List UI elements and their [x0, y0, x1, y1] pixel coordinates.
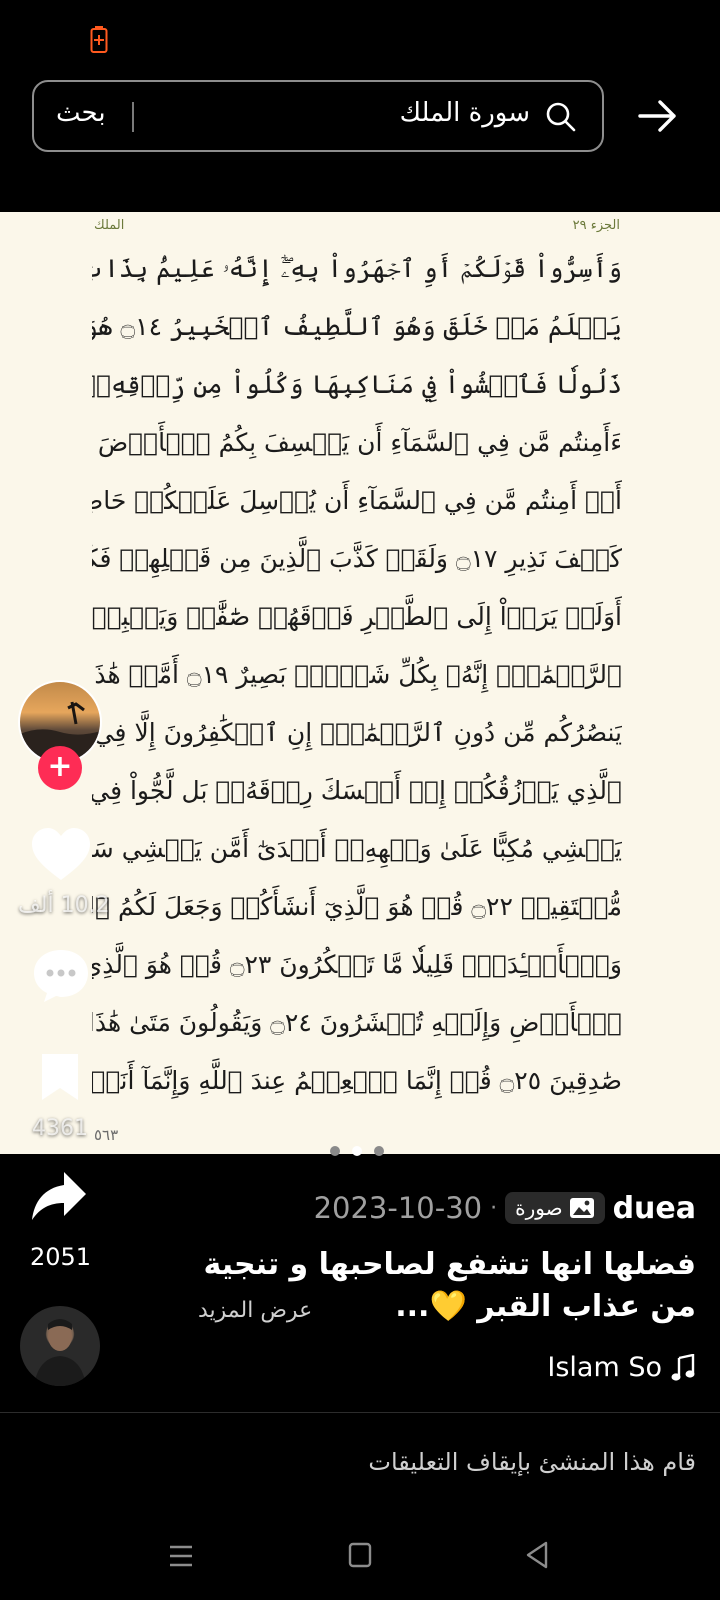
- photo-badge-label: صورة: [515, 1196, 563, 1220]
- avatar-person: [34, 1319, 86, 1386]
- quran-line: ٱلرَّحۡمَٰنُۚ إِنَّهُۥ بِكُلِّ شَيۡءِۭ ب…: [92, 660, 622, 689]
- quran-line: وَٱلۡأَفۡـِٔدَةَۚ قَلِيلٗا مَّا تَشۡكُرُ…: [92, 950, 622, 979]
- username[interactable]: duea: [613, 1191, 696, 1226]
- post-meta: duea صورة · 2023-10-30: [314, 1186, 696, 1230]
- carousel-dot: [330, 1146, 340, 1156]
- carousel-dot-active: [352, 1146, 362, 1156]
- home-icon[interactable]: [348, 1542, 372, 1568]
- quran-page-image[interactable]: الملك الجزء ٢٩ وَأَسِرُّواْ قَوۡلَكُمۡ أ…: [0, 212, 720, 1154]
- share-count: 2051: [30, 1243, 92, 1271]
- quran-line: ٱلَّذِي يَرۡزُقُكُمۡ إِنۡ أَمۡسَكَ رِزۡق…: [92, 776, 622, 805]
- music-note-icon: [671, 1353, 695, 1381]
- quran-line: يَمۡشِي مُكِبًّا عَلَىٰ وَجۡهِهِۦٓ أَهۡد…: [92, 834, 622, 863]
- meta-separator: ·: [490, 1195, 498, 1221]
- music-info[interactable]: Islam So: [547, 1352, 696, 1383]
- quran-line: ءَأَمِنتُم مَّن فِي ٱلسَّمَآءِ أَن يَخۡس…: [92, 428, 622, 457]
- quran-line: أَمۡ أَمِنتُم مَّن فِي ٱلسَّمَآءِ أَن يُ…: [92, 486, 622, 515]
- bookmark-count: 4361: [32, 1116, 88, 1141]
- image-icon: [569, 1198, 594, 1218]
- heart-icon[interactable]: [30, 826, 92, 884]
- music-avatar[interactable]: [20, 1306, 100, 1386]
- follow-button[interactable]: +: [38, 746, 82, 790]
- battery-charging-icon: [90, 26, 108, 53]
- quran-line: كَيۡفَ نَذِيرِ ۝١٧ وَلَقَدۡ كَذَّبَ ٱلَّ…: [92, 544, 622, 573]
- search-button[interactable]: بحث: [56, 98, 106, 128]
- arrow-right-icon[interactable]: [636, 96, 680, 136]
- surah-label: الملك: [94, 218, 125, 233]
- divider: [0, 1412, 720, 1413]
- music-title: Islam So: [547, 1352, 662, 1383]
- search-divider: [132, 102, 134, 132]
- page-number: ٥٦٣: [94, 1126, 119, 1144]
- share-arrow-icon[interactable]: [30, 1170, 88, 1222]
- search-bar[interactable]: سورة الملك بحث: [32, 80, 604, 152]
- quran-line: وَأَسِرُّواْ قَوۡلَكُمۡ أَوِ ٱجۡهَرُواْ …: [92, 254, 622, 283]
- quran-line: أَوَلَمۡ يَرَوۡاْ إِلَى ٱلطَّيۡرِ فَوۡقَ…: [92, 602, 622, 631]
- carousel-indicator: [330, 1146, 384, 1156]
- bookmark-icon[interactable]: [38, 1052, 82, 1102]
- post-date: 2023-10-30: [313, 1191, 483, 1225]
- see-more-link[interactable]: عرض المزيد: [198, 1298, 312, 1323]
- recent-apps-icon[interactable]: [168, 1544, 194, 1568]
- quran-line: ذَلُولٗا فَٱمۡشُواْ فِي مَنَاكِبِهَا وَك…: [92, 370, 622, 399]
- quran-text: وَأَسِرُّواْ قَوۡلَكُمۡ أَوِ ٱجۡهَرُواْ …: [92, 240, 622, 1110]
- juz-label: الجزء ٢٩: [572, 218, 620, 233]
- quran-line: يَعۡلَمُ مَنۡ خَلَقَ وَهُوَ ٱللَّطِيفُ ٱ…: [92, 312, 622, 341]
- comments-disabled-text: قام هذا المنشئ بإيقاف التعليقات: [368, 1448, 696, 1476]
- carousel-dot: [374, 1146, 384, 1156]
- search-input[interactable]: سورة الملك: [400, 98, 530, 128]
- comment-bubble-icon[interactable]: [30, 946, 92, 1004]
- quran-line: يَنصُرُكُم مِّن دُونِ ٱلرَّحۡمَٰنِۚ إِنِ…: [92, 718, 622, 747]
- like-count: 10.2 ألف: [18, 893, 110, 918]
- photo-badge: صورة: [505, 1192, 605, 1224]
- back-triangle-icon[interactable]: [524, 1540, 550, 1570]
- quran-line: ٱلۡأَرۡضِ وَإِلَيۡهِ تُحۡشَرُونَ ۝٢٤ وَي…: [92, 1008, 622, 1037]
- quran-line: مُّسۡتَقِيمٖ ۝٢٢ قُلۡ هُوَ ٱلَّذِيٓ أَنش…: [92, 892, 622, 921]
- quran-line: صَٰدِقِينَ ۝٢٥ قُلۡ إِنَّمَا ٱلۡعِلۡمُ ع…: [92, 1066, 622, 1095]
- system-nav-bar: [0, 1520, 720, 1600]
- search-icon: [546, 102, 576, 132]
